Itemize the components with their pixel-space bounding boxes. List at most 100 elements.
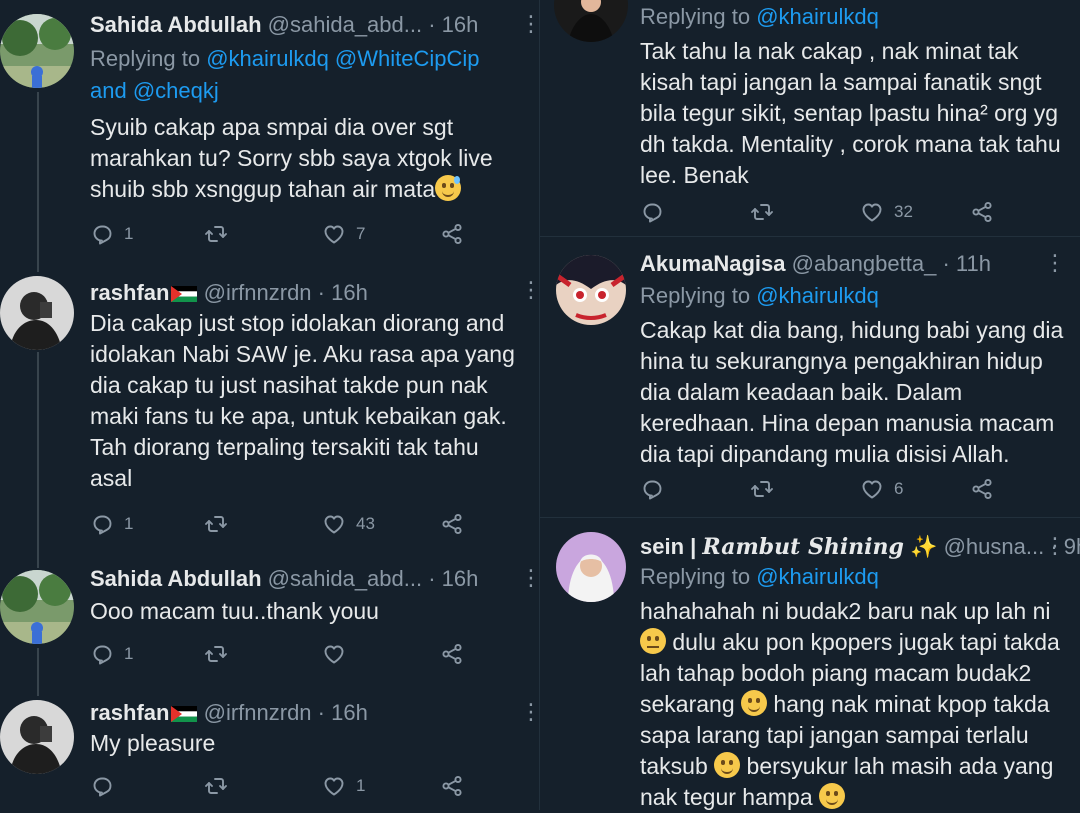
tweet-actions: 1 bbox=[90, 772, 470, 800]
mention-link[interactable]: @cheqkj bbox=[133, 78, 219, 103]
avatar[interactable] bbox=[0, 700, 74, 774]
tweet-line: hina tu sekurangnya pengakhiran hidup bbox=[640, 348, 1043, 374]
tweet-line: bila tegur sikit, sentap lpastu hina² or… bbox=[640, 100, 1059, 126]
reply-button[interactable] bbox=[90, 772, 124, 800]
retweet-icon bbox=[204, 512, 228, 536]
tweet-actions: 1 43 bbox=[90, 510, 470, 538]
heart-icon bbox=[322, 642, 346, 666]
avatar[interactable] bbox=[556, 532, 626, 602]
reply-button[interactable]: 1 bbox=[90, 510, 133, 538]
avatar[interactable] bbox=[554, 0, 628, 42]
retweet-button[interactable] bbox=[204, 220, 238, 248]
like-count: 32 bbox=[894, 202, 913, 221]
like-button[interactable]: 1 bbox=[322, 772, 365, 800]
share-button[interactable] bbox=[440, 220, 464, 248]
reply-icon bbox=[90, 642, 114, 666]
author-name[interactable]: Sahida Abdullah @sahida_abd... · 16h bbox=[90, 12, 478, 38]
right-column: Replying to @khairulkdq Tak tahu la nak … bbox=[540, 0, 1080, 810]
tweet[interactable]: Sahida Abdullah @sahida_abd... · 16h ⋮ R… bbox=[0, 0, 542, 262]
author-handle: @sahida_abd... bbox=[267, 12, 423, 37]
avatar[interactable] bbox=[0, 570, 74, 644]
share-button[interactable] bbox=[440, 772, 464, 800]
tweet-text: Cakap kat dia bang, hidung babi yang dia… bbox=[640, 315, 1065, 470]
tweet-line: dia tapi dipandang mulia disisi Allah. bbox=[640, 441, 1010, 467]
share-button[interactable] bbox=[970, 475, 994, 503]
sweat-smile-emoji bbox=[435, 175, 462, 201]
author-handle: @sahida_abd... bbox=[267, 566, 423, 591]
share-button[interactable] bbox=[440, 640, 464, 668]
tweet-actions: 32 bbox=[640, 198, 1020, 226]
author-name[interactable]: rashfan @irfnnzrdn · 16h bbox=[90, 700, 368, 726]
tweet-line: maki fans tu ke apa, untuk kebaikan gak. bbox=[90, 403, 507, 429]
mention-link[interactable]: @khairulkdq bbox=[756, 4, 879, 29]
tweet[interactable]: sein | Rambut Shining ✨ @husna... · 9h ⋮… bbox=[540, 518, 1080, 810]
retweet-button[interactable] bbox=[204, 640, 238, 668]
reply-button[interactable]: 1 bbox=[90, 220, 133, 248]
author-name[interactable]: Sahida Abdullah @sahida_abd... · 16h bbox=[90, 566, 478, 592]
reply-count: 1 bbox=[124, 224, 134, 243]
reply-count: 1 bbox=[124, 514, 134, 533]
more-options-icon[interactable]: ⋮ bbox=[1044, 252, 1066, 274]
avatar[interactable] bbox=[0, 14, 74, 88]
more-options-icon[interactable]: ⋮ bbox=[520, 279, 542, 301]
author-name[interactable]: rashfan @irfnnzrdn · 16h bbox=[90, 280, 368, 306]
mention-link[interactable]: @khairulkdq bbox=[756, 283, 879, 308]
timestamp: · 16h bbox=[428, 566, 479, 591]
more-options-icon[interactable]: ⋮ bbox=[520, 567, 542, 589]
tweet[interactable]: Sahida Abdullah @sahida_abd... · 16h ⋮ O… bbox=[0, 558, 542, 690]
tweet-line: Cakap kat dia bang, hidung babi yang dia bbox=[640, 317, 1064, 343]
more-options-icon[interactable]: ⋮ bbox=[1044, 535, 1066, 557]
retweet-button[interactable] bbox=[204, 510, 238, 538]
slightly-smiling-face-emoji bbox=[714, 752, 741, 778]
author-handle: @husna... bbox=[943, 534, 1045, 559]
tweet-line: bersyukur lah masih ada yang bbox=[746, 753, 1054, 779]
like-count: 7 bbox=[356, 224, 366, 243]
avatar[interactable] bbox=[0, 276, 74, 350]
share-button[interactable] bbox=[970, 198, 994, 226]
share-icon bbox=[440, 222, 464, 246]
author-handle: @irfnnzrdn bbox=[203, 700, 312, 725]
tweet[interactable]: rashfan @irfnnzrdn · 16h ⋮ Dia cakap jus… bbox=[0, 262, 542, 558]
reply-button[interactable] bbox=[640, 475, 674, 503]
tweet-actions: 1 7 bbox=[90, 220, 470, 248]
avatar[interactable] bbox=[556, 255, 626, 325]
heart-icon bbox=[322, 774, 346, 798]
like-button[interactable] bbox=[322, 640, 356, 668]
tweet-actions: 1 bbox=[90, 640, 470, 668]
share-icon bbox=[970, 200, 994, 224]
name-script: Rambut Shining bbox=[702, 534, 904, 560]
tweet-line: dh takda. Mentality , corok mana tak tah… bbox=[640, 131, 1061, 157]
share-button[interactable] bbox=[440, 510, 464, 538]
tweet[interactable]: AkumaNagisa @abangbetta_ · 11h ⋮ Replyin… bbox=[540, 237, 1080, 517]
like-button[interactable]: 7 bbox=[322, 220, 365, 248]
sparkles-icon: ✨ bbox=[910, 534, 938, 559]
like-count: 6 bbox=[894, 479, 904, 498]
more-options-icon[interactable]: ⋮ bbox=[520, 701, 542, 723]
mention-link[interactable]: @khairulkdq @WhiteCipCip bbox=[206, 46, 479, 71]
heart-icon bbox=[860, 200, 884, 224]
reply-icon bbox=[640, 477, 664, 501]
tweet-line: dia dalam keadaan baik. Dalam bbox=[640, 379, 963, 405]
tweet-line: Tah diorang terpaling tersakiti tak tahu bbox=[90, 434, 479, 460]
tweet-text: hahahahah ni budak2 baru nak up lah ni d… bbox=[640, 596, 1065, 813]
reply-button[interactable]: 1 bbox=[90, 640, 133, 668]
tweet[interactable]: rashfan @irfnnzrdn · 16h ⋮ My pleasure 1 bbox=[0, 690, 542, 810]
mention-link[interactable]: @khairulkdq bbox=[756, 564, 879, 589]
like-button[interactable]: 32 bbox=[860, 198, 913, 226]
retweet-button[interactable] bbox=[750, 475, 784, 503]
tweet-text: Dia cakap just stop idolakan diorang and… bbox=[90, 308, 530, 494]
like-button[interactable]: 43 bbox=[322, 510, 375, 538]
retweet-icon bbox=[204, 642, 228, 666]
tweet-line: kisah tapi jangan la sampai fanatik sngt bbox=[640, 69, 1042, 95]
author-name[interactable]: sein | Rambut Shining ✨ @husna... · 9h bbox=[640, 534, 1080, 560]
like-button[interactable]: 6 bbox=[860, 475, 903, 503]
replying-to: Replying to @khairulkdq bbox=[640, 4, 879, 29]
retweet-button[interactable] bbox=[750, 198, 784, 226]
retweet-button[interactable] bbox=[204, 772, 238, 800]
author-name[interactable]: AkumaNagisa @abangbetta_ · 11h bbox=[640, 251, 991, 277]
reply-button[interactable] bbox=[640, 198, 674, 226]
slightly-smiling-face-emoji bbox=[741, 690, 768, 716]
tweet[interactable]: Replying to @khairulkdq Tak tahu la nak … bbox=[540, 0, 1080, 236]
more-options-icon[interactable]: ⋮ bbox=[520, 13, 542, 35]
left-column: Sahida Abdullah @sahida_abd... · 16h ⋮ R… bbox=[0, 0, 542, 810]
